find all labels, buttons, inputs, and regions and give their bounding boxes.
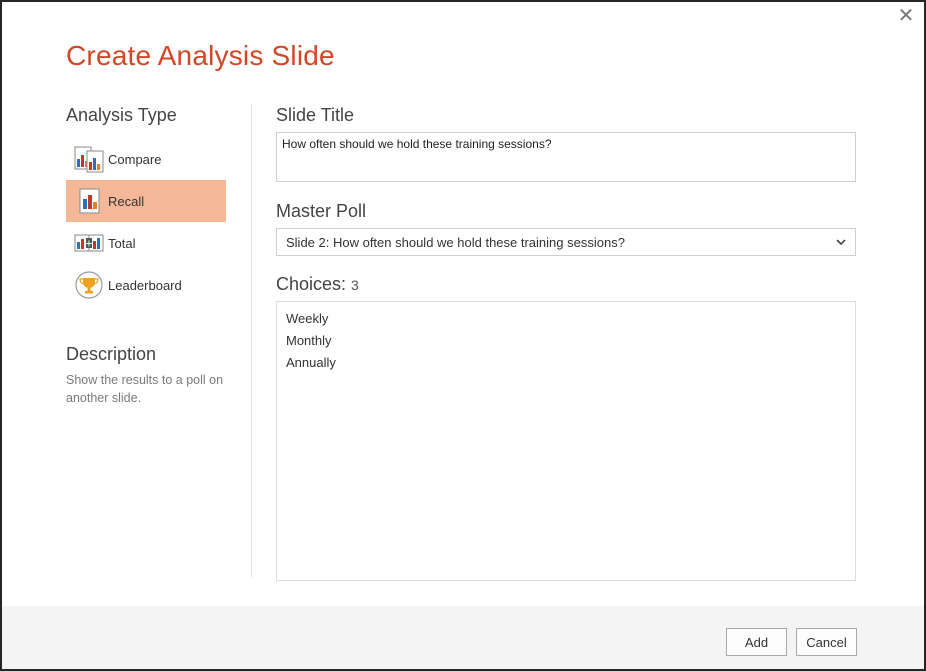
dialog-footer: Add Cancel <box>2 606 924 669</box>
recall-chart-icon <box>73 186 105 216</box>
choice-item: Annually <box>286 355 336 370</box>
cancel-button[interactable]: Cancel <box>796 628 857 656</box>
choice-item: Monthly <box>286 333 332 348</box>
analysis-type-total-label: Total <box>108 235 136 251</box>
master-poll-selected-value: Slide 2: How often should we hold these … <box>286 234 625 250</box>
slide-title-label: Slide Title <box>276 105 355 125</box>
close-icon[interactable]: ✕ <box>897 6 915 26</box>
analysis-type-leaderboard[interactable]: Leaderboard <box>66 264 226 306</box>
analysis-type-compare[interactable]: Compare <box>66 138 226 180</box>
dialog-title: Create Analysis Slide <box>66 40 335 71</box>
column-divider <box>251 104 252 577</box>
master-poll-dropdown[interactable]: Slide 2: How often should we hold these … <box>276 228 856 256</box>
analysis-type-recall[interactable]: Recall <box>66 180 226 222</box>
chevron-down-icon <box>835 235 847 249</box>
description-panel: Description Show the results to a poll o… <box>66 344 226 407</box>
analysis-type-total[interactable]: + Total <box>66 222 226 264</box>
svg-text:+: + <box>85 239 93 250</box>
analysis-type-recall-label: Recall <box>108 193 145 209</box>
analysis-type-leaderboard-label: Leaderboard <box>108 277 182 293</box>
choices-label: Choices: <box>276 274 347 294</box>
choices-header: Choices: 3 <box>276 274 856 295</box>
master-poll-label: Master Poll <box>276 201 367 221</box>
description-heading: Description <box>66 344 157 364</box>
compare-chart-icon <box>73 144 105 174</box>
trophy-icon <box>73 270 105 300</box>
create-analysis-dialog: ✕ Create Analysis Slide Analysis Type Co… <box>0 0 926 671</box>
total-chart-icon: + <box>73 228 105 258</box>
choices-list: Weekly Monthly Annually <box>276 301 856 581</box>
analysis-type-panel: Analysis Type Compare Recall + Total Lea… <box>66 105 226 306</box>
slide-settings-panel: Slide Title How often should we hold the… <box>276 105 856 581</box>
analysis-type-heading: Analysis Type <box>66 105 177 125</box>
description-text: Show the results to a poll on another sl… <box>66 373 224 405</box>
slide-title-input[interactable]: How often should we hold these training … <box>276 132 856 182</box>
analysis-type-compare-label: Compare <box>108 151 162 167</box>
analysis-type-list: Compare Recall + Total Leaderboard <box>66 138 226 306</box>
choice-item: Weekly <box>286 311 329 326</box>
choices-count: 3 <box>351 277 359 293</box>
add-button[interactable]: Add <box>726 628 787 656</box>
